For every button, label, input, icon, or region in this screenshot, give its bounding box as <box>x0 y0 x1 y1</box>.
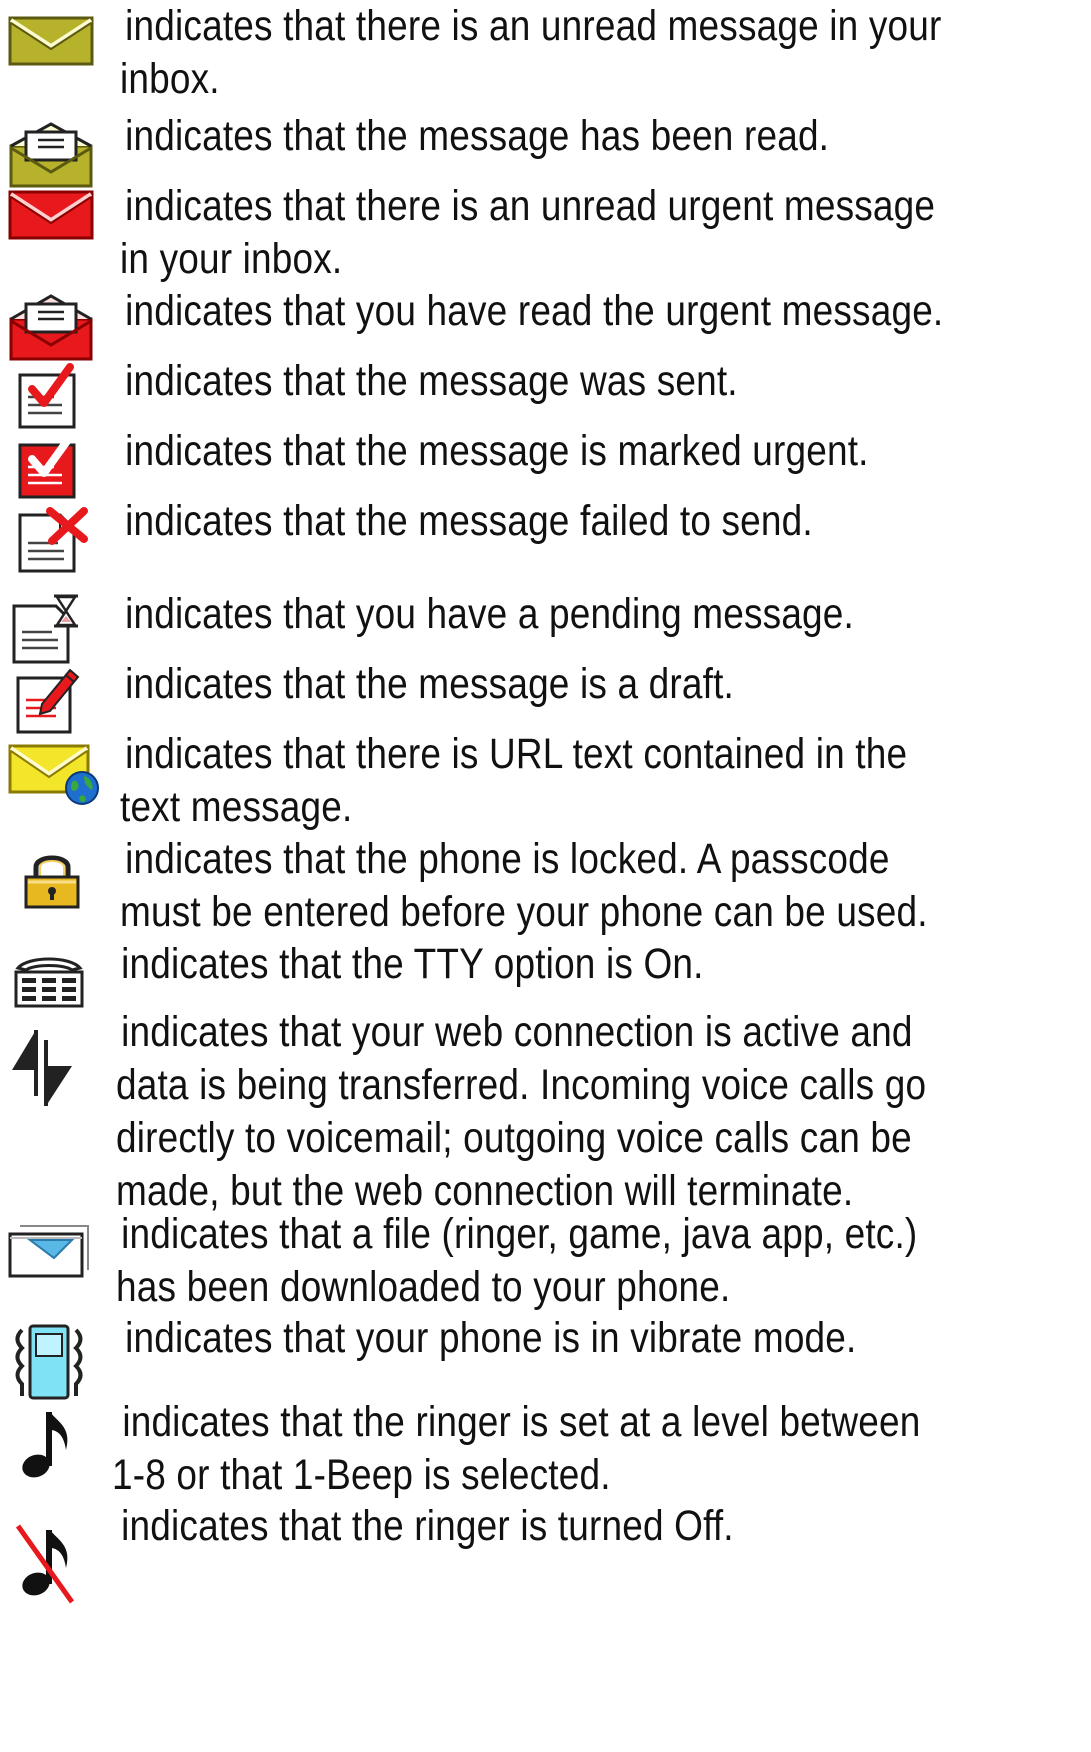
ringer-off-icon <box>12 1522 102 1604</box>
legend-description: indicates that the message was sent. <box>125 357 738 405</box>
legend-description: indicates that your web connection is ac… <box>116 1008 927 1215</box>
legend-description: indicates that the TTY option is On. <box>121 940 704 988</box>
envelope-url-icon <box>8 742 99 822</box>
message-failed-icon <box>14 505 104 585</box>
legend-description: indicates that there is an unread urgent… <box>120 182 936 283</box>
legend-description: indicates that the ringer is set at a le… <box>112 1398 921 1499</box>
legend-description: indicates that there is an unread messag… <box>120 2 942 103</box>
padlock-icon <box>22 849 112 929</box>
envelope-unread-icon <box>8 16 98 96</box>
data-transfer-icon <box>8 1024 98 1106</box>
envelope-urgent-read-icon <box>8 293 98 373</box>
legend-description: indicates that the message is a draft. <box>125 660 734 708</box>
legend-description: indicates that there is URL text contain… <box>120 730 908 831</box>
legend-description: indicates that your phone is in vibrate … <box>125 1314 857 1362</box>
message-sent-icon <box>14 363 104 443</box>
ringer-on-icon <box>14 1408 104 1488</box>
legend-description: indicates that the message has been read… <box>125 112 830 160</box>
legend-description: indicates that the message failed to sen… <box>125 497 813 545</box>
envelope-urgent-unread-icon <box>8 190 98 270</box>
download-icon <box>6 1224 96 1304</box>
legend-description: indicates that the message is marked urg… <box>125 427 869 475</box>
tty-icon <box>12 954 102 1034</box>
legend-description: indicates that you have read the urgent … <box>125 287 944 335</box>
legend-description: indicates that the phone is locked. A pa… <box>120 835 928 936</box>
legend-description: indicates that a file (ringer, game, jav… <box>116 1210 918 1311</box>
message-pending-icon <box>8 592 98 672</box>
message-urgent-icon <box>14 433 104 513</box>
legend-description: indicates that the ringer is turned Off. <box>121 1502 734 1550</box>
message-draft-icon <box>8 664 98 744</box>
legend-description: indicates that you have a pending messag… <box>125 590 854 638</box>
vibrate-icon <box>10 1324 100 1404</box>
